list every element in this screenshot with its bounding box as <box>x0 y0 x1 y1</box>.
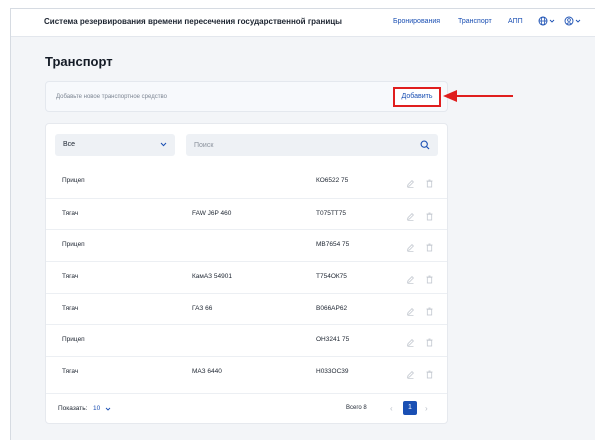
next-page-button[interactable]: › <box>425 404 428 413</box>
add-vehicle-hint: Добавьте новое транспортное средство <box>56 94 167 100</box>
vehicle-number: КО6522 75 <box>316 177 349 184</box>
search-box <box>186 134 438 156</box>
vehicle-model: FAW J6P 460 <box>192 209 232 217</box>
prev-page-button[interactable]: ‹ <box>390 404 393 413</box>
edit-icon[interactable] <box>406 366 415 384</box>
add-vehicle-button[interactable]: Добавить <box>393 87 441 107</box>
trash-icon[interactable] <box>425 303 434 321</box>
table-body: Прицеп КО6522 75 Тягач FAW J6P 460 Т075Т… <box>46 166 447 388</box>
trash-icon[interactable] <box>425 271 434 289</box>
vehicle-type: Тягач <box>62 273 79 281</box>
chevron-down-icon <box>160 142 167 147</box>
vehicle-model: КамАЗ 54901 <box>192 273 232 281</box>
vehicle-type: Прицеп <box>62 177 85 184</box>
user-icon <box>564 16 574 26</box>
vehicle-type: Прицеп <box>62 241 85 249</box>
edit-icon[interactable] <box>406 334 415 352</box>
vehicle-type-filter-value: Все <box>63 141 76 148</box>
chevron-down-icon <box>575 19 581 23</box>
edit-icon[interactable] <box>406 239 415 257</box>
page-size-label: Показать: <box>58 405 88 412</box>
table-row[interactable]: Прицеп ОН3241 75 <box>46 324 447 356</box>
table-row[interactable]: Прицеп КО6522 75 <box>46 166 447 198</box>
vehicle-type-filter[interactable]: Все <box>55 134 175 156</box>
vehicle-model: МАЗ 6440 <box>192 368 222 376</box>
vehicle-number: Т754ОК75 <box>316 273 347 281</box>
trash-icon[interactable] <box>425 239 434 257</box>
trash-icon[interactable] <box>425 334 434 352</box>
page-title: Транспорт <box>45 54 113 69</box>
page-1-button[interactable]: 1 <box>403 401 417 415</box>
add-vehicle-card: Добавьте новое транспортное средство <box>45 81 448 112</box>
vehicle-type: Прицеп <box>62 336 85 344</box>
edit-icon[interactable] <box>406 271 415 289</box>
vehicle-number: ОН3241 75 <box>316 336 350 344</box>
chevron-down-icon <box>549 19 555 23</box>
trash-icon[interactable] <box>425 366 434 384</box>
nav-checkpoints[interactable]: АПП <box>508 18 523 25</box>
total-count: Всего 8 <box>346 405 367 411</box>
vehicle-model: ГАЗ 66 <box>192 304 213 312</box>
table-row[interactable]: Тягач КамАЗ 54901 Т754ОК75 <box>46 261 447 293</box>
table-row[interactable]: Тягач FAW J6P 460 Т075ТТ75 <box>46 197 447 230</box>
vehicle-number: Т075ТТ75 <box>316 209 346 217</box>
table-footer: Показать: 10 Всего 8 ‹ 1 › <box>46 393 447 423</box>
table-row[interactable]: Тягач ГАЗ 66 В066АР62 <box>46 292 447 325</box>
page-size-select[interactable]: 10 <box>93 405 100 412</box>
system-title: Система резервирования времени пересечен… <box>44 17 342 26</box>
vehicles-table: Все Прицеп КО6522 75 Тягач FAW J6P 460 Т… <box>45 123 448 424</box>
vehicle-number: Н033ОС39 <box>316 368 349 376</box>
vehicle-number: В066АР62 <box>316 304 348 312</box>
table-row[interactable]: Прицеп МВ7654 75 <box>46 229 447 261</box>
search-input[interactable] <box>186 134 406 156</box>
vehicle-type: Тягач <box>62 304 79 312</box>
user-menu[interactable] <box>564 16 581 26</box>
top-header: Система резервирования времени пересечен… <box>11 9 595 37</box>
trash-icon[interactable] <box>425 175 434 193</box>
edit-icon[interactable] <box>406 175 415 193</box>
nav-transport[interactable]: Транспорт <box>458 18 492 25</box>
language-selector[interactable] <box>538 16 555 26</box>
annotation-arrow-icon <box>443 90 513 102</box>
trash-icon[interactable] <box>425 208 434 226</box>
vehicle-number: МВ7654 75 <box>316 241 350 249</box>
vehicle-type: Тягач <box>62 368 79 376</box>
search-icon[interactable] <box>420 140 430 150</box>
nav-bookings[interactable]: Бронирования <box>393 18 440 25</box>
globe-icon <box>538 16 548 26</box>
edit-icon[interactable] <box>406 208 415 226</box>
chevron-down-icon[interactable] <box>105 406 111 412</box>
table-row[interactable]: Тягач МАЗ 6440 Н033ОС39 <box>46 356 447 388</box>
edit-icon[interactable] <box>406 303 415 321</box>
vehicle-type: Тягач <box>62 209 79 217</box>
